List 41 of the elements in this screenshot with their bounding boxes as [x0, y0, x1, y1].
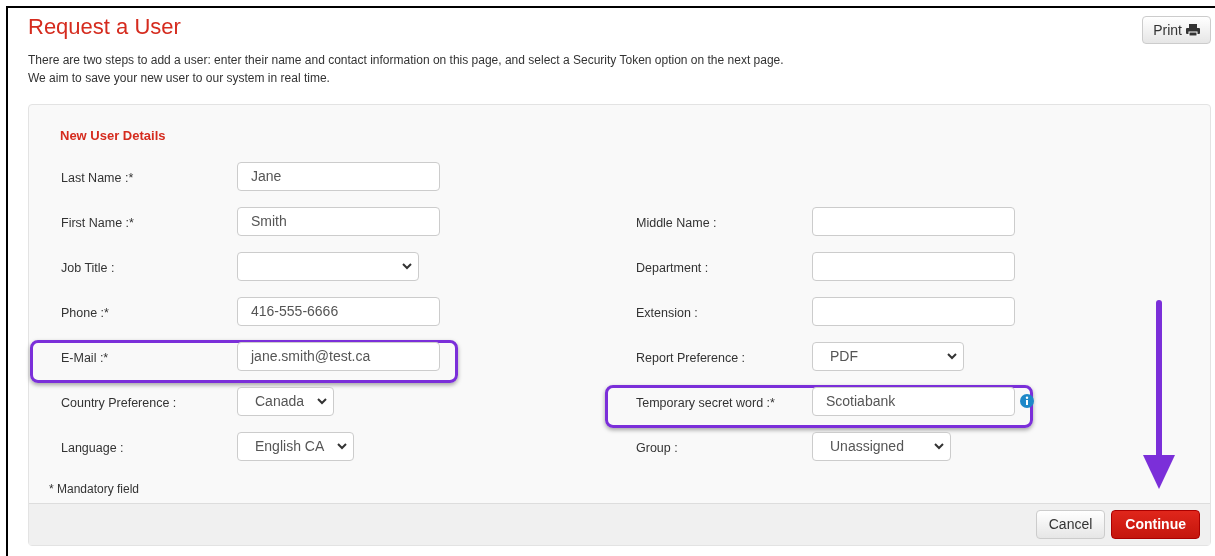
field-label: Middle Name : — [635, 215, 718, 232]
field-label: Department : — [635, 260, 710, 277]
field-label: Report Preference : — [635, 350, 747, 367]
field-label: First Name :* — [60, 215, 135, 232]
dropdown[interactable]: Unassigned — [812, 432, 951, 461]
continue-button[interactable]: Continue — [1111, 510, 1200, 539]
text-field[interactable] — [812, 207, 1015, 236]
field-label: Phone :* — [60, 305, 110, 322]
text-field[interactable]: Scotiabank — [812, 387, 1015, 416]
field-label: Extension : — [635, 305, 699, 322]
text-field[interactable]: Jane — [237, 162, 440, 191]
intro-text: We aim to save your new user to our system in real time. — [28, 70, 331, 87]
intro-text: There are two steps to add a user: enter their name and contact information on this page, and select a Security Token option on the next page. — [28, 52, 785, 69]
printer-icon — [1186, 24, 1200, 36]
text-field[interactable]: jane.smith@test.ca — [237, 342, 440, 371]
section-heading: New User Details — [60, 127, 166, 145]
dropdown[interactable]: English CA — [237, 432, 354, 461]
text-field[interactable] — [812, 297, 1015, 326]
chevron-down-icon — [947, 353, 957, 360]
field-label: Job Title : — [60, 260, 116, 277]
mandatory-note: * Mandatory field — [49, 481, 140, 498]
field-label: Country Preference : — [60, 395, 178, 412]
cancel-button[interactable]: Cancel — [1035, 510, 1106, 539]
field-label: Group : — [635, 440, 679, 457]
field-label: Temporary secret word :* — [635, 395, 776, 412]
chevron-down-icon — [317, 398, 327, 405]
text-field[interactable] — [812, 252, 1015, 281]
text-field[interactable]: 416-555-6666 — [237, 297, 440, 326]
page-title: Request a User — [28, 14, 181, 40]
dropdown[interactable]: PDF — [812, 342, 964, 371]
field-label: E-Mail :* — [60, 350, 110, 367]
chevron-down-icon — [337, 443, 347, 450]
text-field[interactable]: Smith — [237, 207, 440, 236]
chevron-down-icon — [934, 443, 944, 450]
info-icon[interactable] — [1020, 394, 1034, 408]
field-label: Language : — [60, 440, 125, 457]
dropdown[interactable] — [237, 252, 419, 281]
dropdown[interactable]: Canada — [237, 387, 334, 416]
print-button[interactable]: Print — [1142, 16, 1211, 44]
chevron-down-icon — [402, 263, 412, 270]
field-label: Last Name :* — [60, 170, 135, 187]
